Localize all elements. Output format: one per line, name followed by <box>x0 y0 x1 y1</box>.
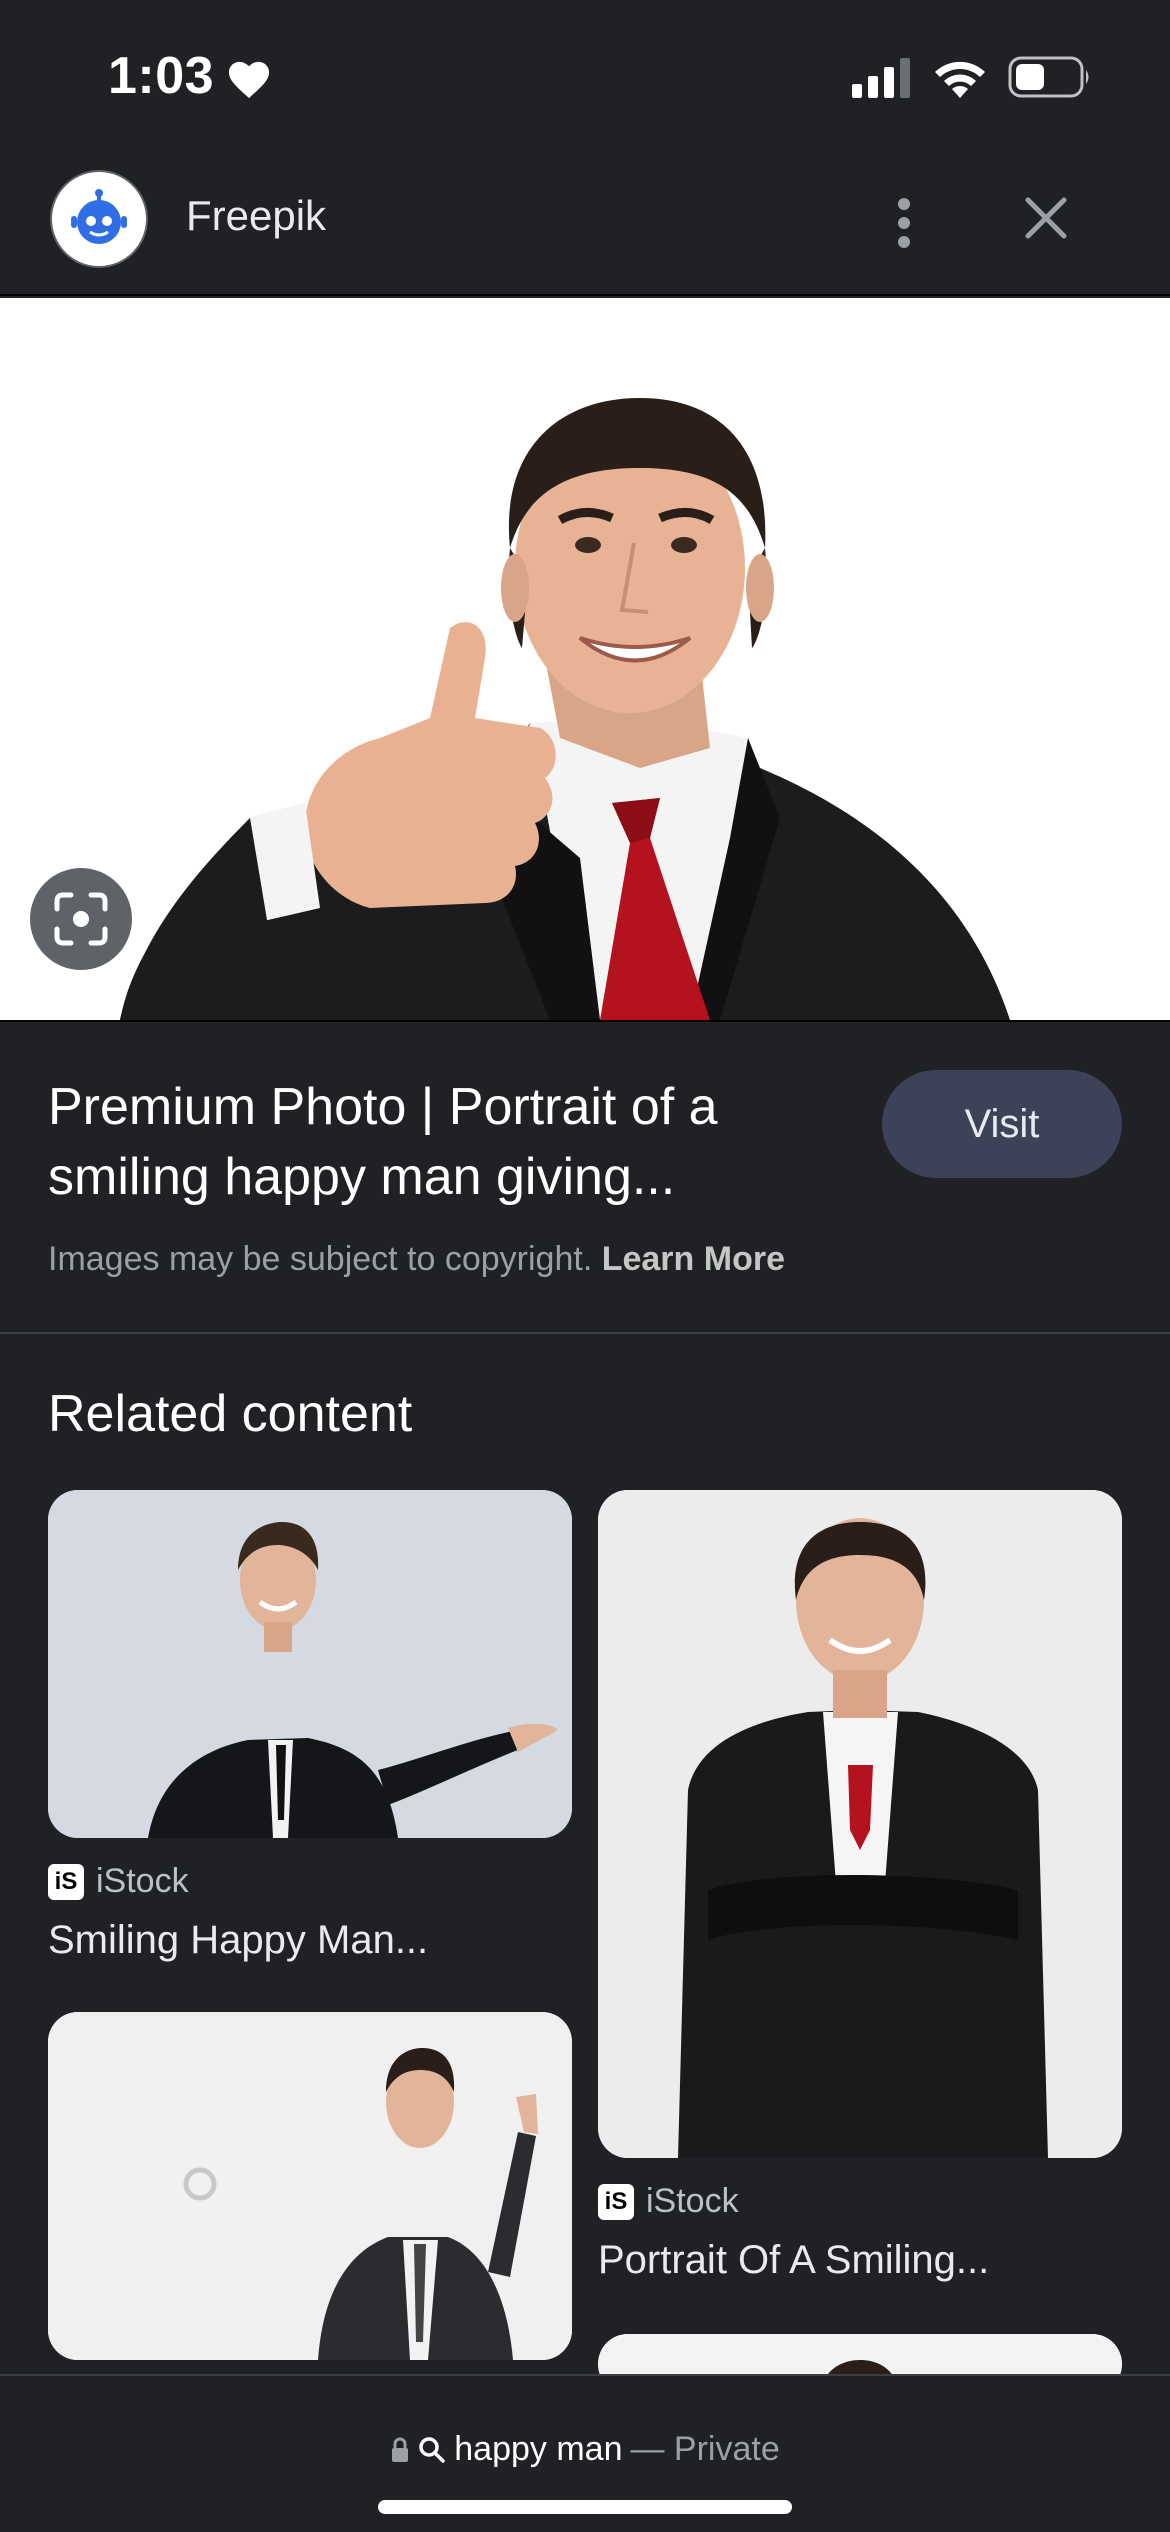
bottom-address-bar[interactable]: happy man — Private <box>0 2374 1170 2532</box>
related-card-title[interactable]: Portrait Of A Smiling... <box>598 2238 1122 2283</box>
close-icon <box>1025 197 1067 239</box>
more-vert-icon <box>898 198 910 248</box>
lock-icon <box>392 2437 409 2462</box>
source-header: Freepik <box>0 150 1170 296</box>
man-arms-crossed-photo <box>598 1490 1122 2158</box>
source-label: iStock <box>96 1862 189 1900</box>
copyright-notice: Images may be subject to copyright. Lear… <box>48 1240 785 1279</box>
more-options-button[interactable] <box>874 188 934 258</box>
related-card-source: iS iStock <box>48 1862 189 1901</box>
source-name[interactable]: Freepik <box>186 192 326 240</box>
heart-icon <box>228 61 270 99</box>
search-icon <box>419 2436 445 2463</box>
lens-search-button[interactable] <box>30 868 132 970</box>
lens-icon <box>54 892 108 946</box>
freepik-logo-icon <box>71 189 127 244</box>
home-indicator[interactable] <box>378 2500 792 2514</box>
battery-icon <box>1008 56 1089 98</box>
visit-button[interactable]: Visit <box>882 1070 1122 1178</box>
signal-icon <box>852 58 910 98</box>
man-pointing-up-photo <box>48 2012 572 2360</box>
related-card-image[interactable] <box>48 2012 572 2360</box>
source-avatar[interactable] <box>50 170 148 268</box>
main-image[interactable] <box>0 298 1170 1020</box>
thumbs-up-man-photo <box>0 298 1170 1020</box>
man-presenting-photo <box>48 1490 572 1838</box>
status-bar: 1:03 <box>0 0 1170 150</box>
istock-logo-icon: iS <box>598 2183 634 2220</box>
related-card-image[interactable] <box>598 1490 1122 2158</box>
istock-logo-icon: iS <box>48 1863 84 1900</box>
wifi-icon <box>935 61 985 98</box>
status-time: 1:03 <box>108 47 215 105</box>
learn-more-link[interactable]: Learn More <box>602 1240 785 1278</box>
copyright-text: Images may be subject to copyright. <box>48 1240 593 1278</box>
close-button[interactable] <box>1016 188 1076 248</box>
image-info-panel: Premium Photo | Portrait of a smiling ha… <box>0 1020 1170 1334</box>
related-content-heading: Related content <box>48 1385 413 1443</box>
related-card-title[interactable]: Smiling Happy Man... <box>48 1918 572 1963</box>
private-mode-label: — Private <box>630 2430 780 2468</box>
related-card-source: iS iStock <box>598 2182 739 2221</box>
related-card-image[interactable] <box>48 1490 572 1838</box>
image-title[interactable]: Premium Photo | Portrait of a smiling ha… <box>48 1072 838 1212</box>
address-field[interactable]: happy man — Private <box>0 2430 1170 2469</box>
source-label: iStock <box>646 2182 739 2220</box>
search-query: happy man <box>454 2430 623 2468</box>
